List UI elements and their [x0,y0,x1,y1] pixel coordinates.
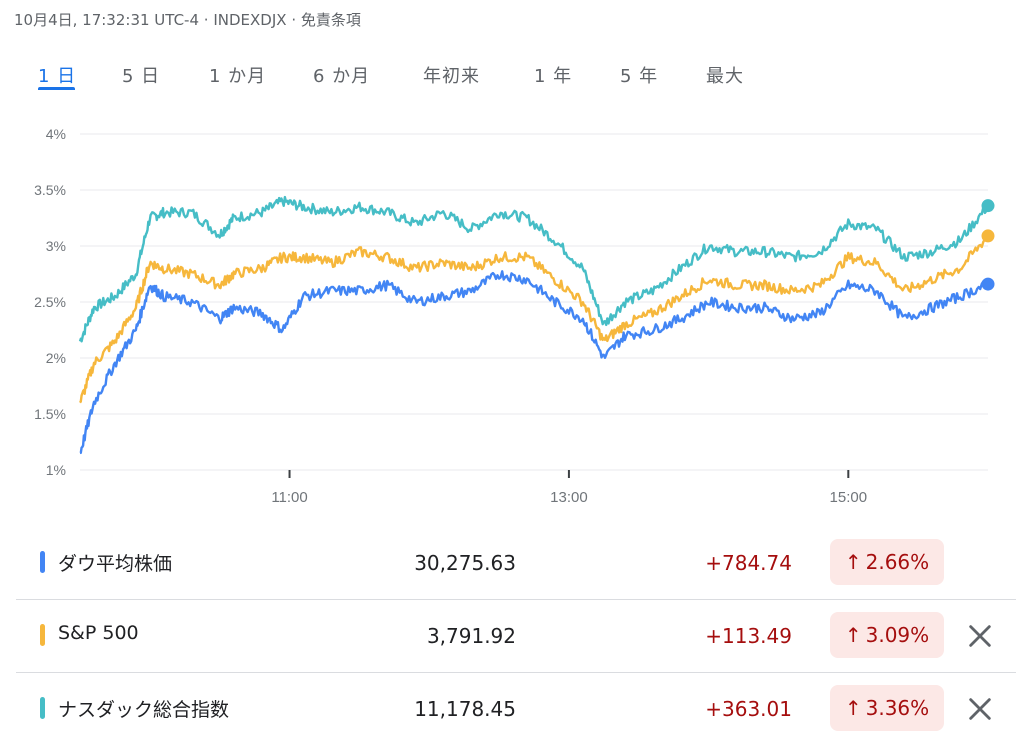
index-change: +784.74 [705,551,792,575]
active-tab-indicator [38,87,75,90]
header-datetime: 10月4日, 17:32:31 UTC-4 [14,11,199,29]
tab-ytd[interactable]: 年初来 [423,62,480,88]
series-line [79,270,989,455]
y-tick-label: 2.5% [34,294,66,310]
index-value: 11,178.45 [414,697,516,721]
range-tabs: 1 日 5 日 1 か月 6 か月 年初来 1 年 5 年 最大 [0,58,800,94]
percent-change-value: 2.66% [865,550,930,574]
y-tick-label: 1% [46,462,66,478]
index-value: 3,791.92 [426,624,516,648]
tab-1d[interactable]: 1 日 [38,62,76,88]
y-tick-label: 1.5% [34,406,66,422]
x-tick-label: 15:00 [830,489,868,506]
tab-1m[interactable]: 1 か月 [209,62,266,88]
index-row-nasdaq[interactable]: ナスダック総合指数 11,178.45 +363.01 ↑ 3.36% [16,672,1016,745]
index-change: +363.01 [705,697,792,721]
index-name: ナスダック総合指数 [58,699,230,721]
percent-change-badge: ↑ 3.36% [830,685,944,731]
series-color-swatch [40,551,45,573]
up-arrow-icon: ↑ [844,696,862,720]
tab-6m[interactable]: 6 か月 [313,62,370,88]
tab-1y[interactable]: 1 年 [534,62,572,88]
close-icon[interactable] [966,695,994,723]
index-name: S&P 500 [58,622,139,644]
tab-5y[interactable]: 5 年 [620,62,658,88]
series-endpoint [981,229,995,243]
series-endpoint [981,199,995,213]
series-color-swatch [40,624,45,646]
header-index-code: INDEXDJX [213,11,287,29]
series-line [79,235,990,404]
tab-max[interactable]: 最大 [706,62,744,88]
index-value: 30,275.63 [414,551,516,575]
x-tick-label: 11:00 [271,489,307,506]
x-tick-label: 13:00 [550,489,588,506]
line-chart[interactable]: 1% 1.5% 2% 2.5% 3% 3.5% 4% 11:00 13:00 15:00 [0,110,1016,520]
chart-header: 10月4日, 17:32:31 UTC-4 · INDEXDJX · 免責条項 [14,9,361,30]
series-color-swatch [40,697,45,719]
disclaimer-link[interactable]: 免責条項 [301,11,361,29]
series-endpoint [981,277,995,291]
index-change: +113.49 [705,624,792,648]
index-row-dow[interactable]: ダウ平均株価 30,275.63 +784.74 ↑ 2.66% [16,527,1016,599]
y-tick-label: 3.5% [34,182,66,198]
percent-change-value: 3.09% [865,623,930,647]
y-tick-label: 4% [46,126,66,142]
y-tick-label: 3% [46,238,66,254]
tab-5d[interactable]: 5 日 [122,62,160,88]
header-separator: · [203,11,209,29]
percent-change-badge: ↑ 3.09% [830,612,944,658]
up-arrow-icon: ↑ [844,623,862,647]
series-line [78,195,990,343]
index-name: ダウ平均株価 [58,553,173,575]
close-icon[interactable] [966,622,994,650]
header-separator: · [291,11,297,29]
up-arrow-icon: ↑ [844,550,862,574]
percent-change-badge: ↑ 2.66% [830,539,944,585]
percent-change-value: 3.36% [865,696,930,720]
y-tick-label: 2% [46,350,66,366]
index-row-sp500[interactable]: S&P 500 3,791.92 +113.49 ↑ 3.09% [16,599,1016,672]
